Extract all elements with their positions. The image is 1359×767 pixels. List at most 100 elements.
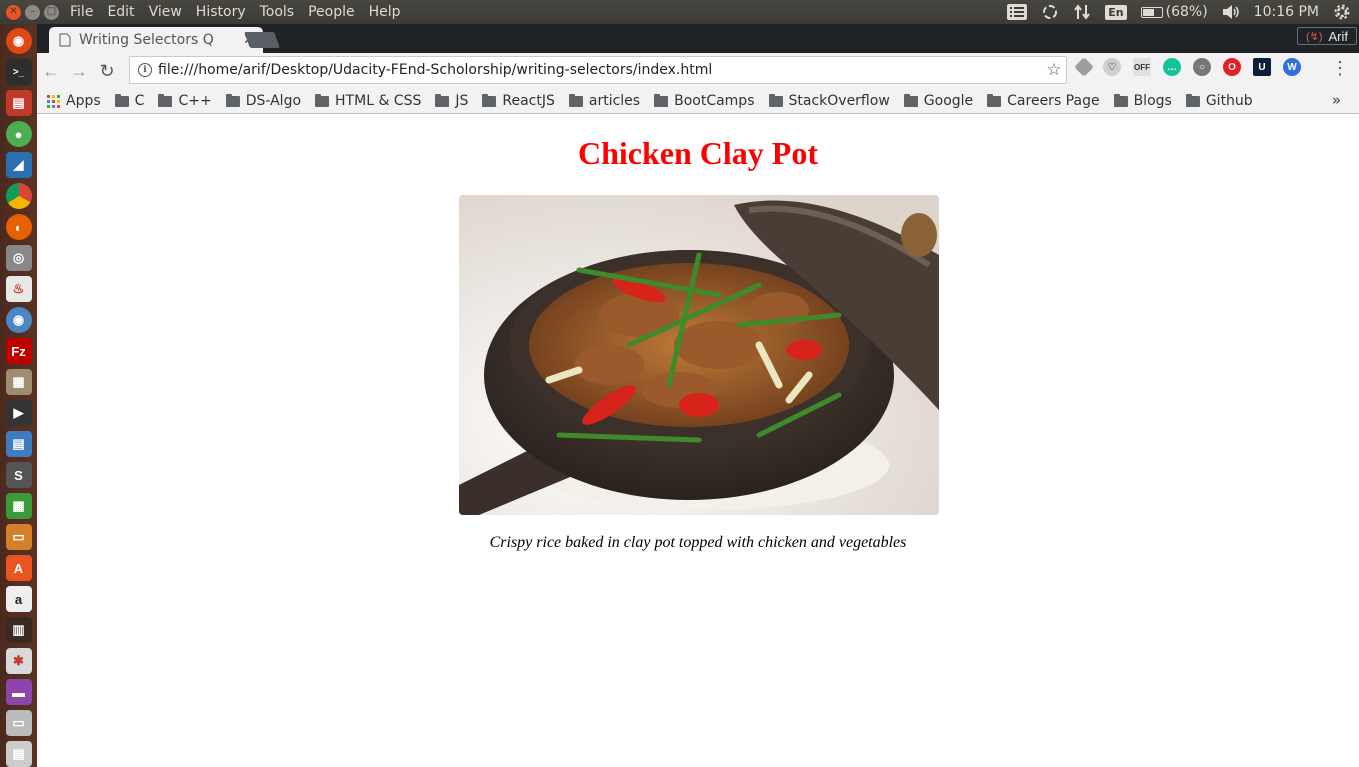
- bookmark-folder-ds-algo[interactable]: DS-Algo: [225, 93, 301, 109]
- drive-icon[interactable]: ▭: [5, 710, 32, 736]
- menu-tools[interactable]: Tools: [260, 4, 295, 20]
- bookmark-folder-c[interactable]: C: [114, 93, 144, 109]
- new-tab-button[interactable]: [244, 32, 280, 48]
- chicken-clay-pot-image: [459, 195, 939, 515]
- bookmark-folder-bootcamps[interactable]: BootCamps: [654, 93, 755, 109]
- folder-icon: [568, 93, 583, 107]
- extension-udacity-icon[interactable]: U: [1253, 58, 1271, 76]
- more-bookmarks-chevron-icon[interactable]: »: [1332, 91, 1341, 109]
- bookmarks-bar: Apps C C++ DS-Algo HTML & CSS JS ReactJS…: [37, 89, 1359, 114]
- keyboard-layout-indicator[interactable]: En: [1105, 4, 1127, 20]
- menu-people[interactable]: People: [308, 4, 355, 20]
- bookmark-folder-stackoverflow[interactable]: StackOverflow: [768, 93, 890, 109]
- bookmark-label: HTML & CSS: [335, 93, 422, 109]
- bookmark-label: Google: [923, 93, 974, 109]
- battery-indicator[interactable]: (68%): [1140, 4, 1208, 20]
- chrome-icon[interactable]: [5, 183, 32, 209]
- bookmark-folder-blogs[interactable]: Blogs: [1113, 93, 1172, 109]
- bookmark-label: BootCamps: [674, 93, 755, 109]
- bookmark-label: ReactJS: [502, 93, 555, 109]
- folder-icon: [987, 93, 1002, 107]
- bookmark-apps[interactable]: Apps: [47, 93, 101, 109]
- synaptic-icon[interactable]: ●: [5, 121, 32, 147]
- impress-icon[interactable]: ▭: [5, 524, 32, 550]
- bookmark-folder-cpp[interactable]: C++: [158, 93, 212, 109]
- workspace-switcher-icon[interactable]: ▥: [5, 617, 32, 643]
- address-bar[interactable]: i file:///home/arif/Desktop/Udacity-FEnd…: [129, 56, 1067, 84]
- folder-icon: [768, 93, 783, 107]
- extension-w-icon[interactable]: W: [1283, 58, 1301, 76]
- extension-layers-icon[interactable]: [1074, 57, 1094, 77]
- menu-edit[interactable]: Edit: [107, 4, 134, 20]
- food-illustration: [459, 195, 939, 515]
- window-maximize-button[interactable]: □: [44, 4, 59, 20]
- extension-off-icon[interactable]: OFF: [1133, 58, 1151, 76]
- bookmark-folder-github[interactable]: Github: [1185, 93, 1253, 109]
- camera-icon[interactable]: ◎: [5, 245, 32, 271]
- bookmark-folder-careers-page[interactable]: Careers Page: [987, 93, 1100, 109]
- folder-icon: [654, 93, 669, 107]
- site-info-icon[interactable]: i: [138, 63, 152, 77]
- reload-button[interactable]: ↻: [93, 57, 121, 85]
- bookmark-label: Careers Page: [1007, 93, 1100, 109]
- screen-recorder-icon[interactable]: ▬: [5, 679, 32, 705]
- amazon-icon[interactable]: a: [5, 586, 32, 612]
- writer-icon[interactable]: ▤: [5, 431, 32, 457]
- bookmark-label: articles: [588, 93, 641, 109]
- bookmark-folder-html-css[interactable]: HTML & CSS: [315, 93, 421, 109]
- back-button[interactable]: ←: [37, 57, 65, 85]
- clock[interactable]: 10:16 PM: [1254, 4, 1319, 20]
- trash-icon[interactable]: ▤: [5, 741, 32, 767]
- calc-icon[interactable]: ▦: [5, 493, 32, 519]
- bookmark-folder-articles[interactable]: articles: [568, 93, 641, 109]
- extension-pocket-icon[interactable]: ♡: [1103, 58, 1121, 76]
- bookmark-label: C++: [178, 93, 212, 109]
- page-title: Chicken Clay Pot: [578, 135, 818, 171]
- extension-ring-icon[interactable]: ○: [1193, 58, 1211, 76]
- network-icon[interactable]: [1073, 3, 1091, 21]
- menu-history[interactable]: History: [196, 4, 246, 20]
- bookmark-label: Apps: [66, 93, 101, 109]
- url-text[interactable]: file:///home/arif/Desktop/Udacity-FEnd-S…: [158, 62, 1036, 78]
- chromium-icon[interactable]: ◉: [5, 307, 32, 333]
- menu-file[interactable]: File: [70, 4, 93, 20]
- profile-button[interactable]: (↯) Arif: [1296, 27, 1357, 45]
- vscode-icon[interactable]: ◢: [5, 152, 32, 178]
- tab-writing-selectors[interactable]: Writing Selectors Q ✕: [49, 27, 263, 53]
- software-center-icon[interactable]: A: [5, 555, 32, 581]
- filezilla-icon[interactable]: Fz: [5, 338, 32, 364]
- bookmark-folder-js[interactable]: JS: [435, 93, 468, 109]
- bookmark-folder-reactjs[interactable]: ReactJS: [482, 93, 555, 109]
- extension-grammarly-icon[interactable]: …: [1163, 58, 1181, 76]
- menu-help[interactable]: Help: [369, 4, 401, 20]
- volume-icon[interactable]: [1222, 3, 1240, 21]
- firefox-icon[interactable]: ◐: [5, 214, 32, 240]
- video-editor-icon[interactable]: ▶: [5, 400, 32, 426]
- list-indicator-icon[interactable]: [1007, 3, 1028, 21]
- browser-menu-icon[interactable]: ⋮: [1331, 59, 1349, 77]
- java-icon[interactable]: ♨: [5, 276, 32, 302]
- app-menu-bar: File Edit View History Tools People Help: [70, 4, 401, 20]
- sync-indicator-icon[interactable]: [1041, 3, 1059, 21]
- extension-opera-icon[interactable]: O: [1223, 58, 1241, 76]
- ubuntu-launcher: ◉ >_ ▤ ● ◢ ◐ ◎ ♨ ◉ Fz ▦ ▶ ▤ S ▦ ▭ A a ▥ …: [0, 24, 37, 767]
- window-minimize-button[interactable]: –: [25, 4, 40, 20]
- folder-icon: [1185, 93, 1200, 107]
- ubuntu-dash-icon[interactable]: ◉: [5, 28, 32, 54]
- bookmark-folder-google[interactable]: Google: [903, 93, 974, 109]
- terminal-icon[interactable]: >_: [5, 59, 32, 85]
- menu-view[interactable]: View: [149, 4, 182, 20]
- forward-button[interactable]: →: [65, 57, 93, 85]
- window-close-button[interactable]: ✕: [6, 4, 21, 20]
- bookmark-label: JS: [455, 93, 469, 109]
- folder-icon: [114, 93, 129, 107]
- folder-icon: [315, 93, 330, 107]
- sublime-icon[interactable]: S: [5, 462, 32, 488]
- window-controls: ✕ – □: [0, 4, 66, 20]
- system-settings-icon[interactable]: ✱: [5, 648, 32, 674]
- bookmark-star-icon[interactable]: ☆: [1042, 60, 1066, 80]
- files-icon[interactable]: ▤: [5, 90, 32, 116]
- bookmark-label: StackOverflow: [788, 93, 890, 109]
- image-viewer-icon[interactable]: ▦: [5, 369, 32, 395]
- settings-gear-icon[interactable]: [1333, 3, 1351, 21]
